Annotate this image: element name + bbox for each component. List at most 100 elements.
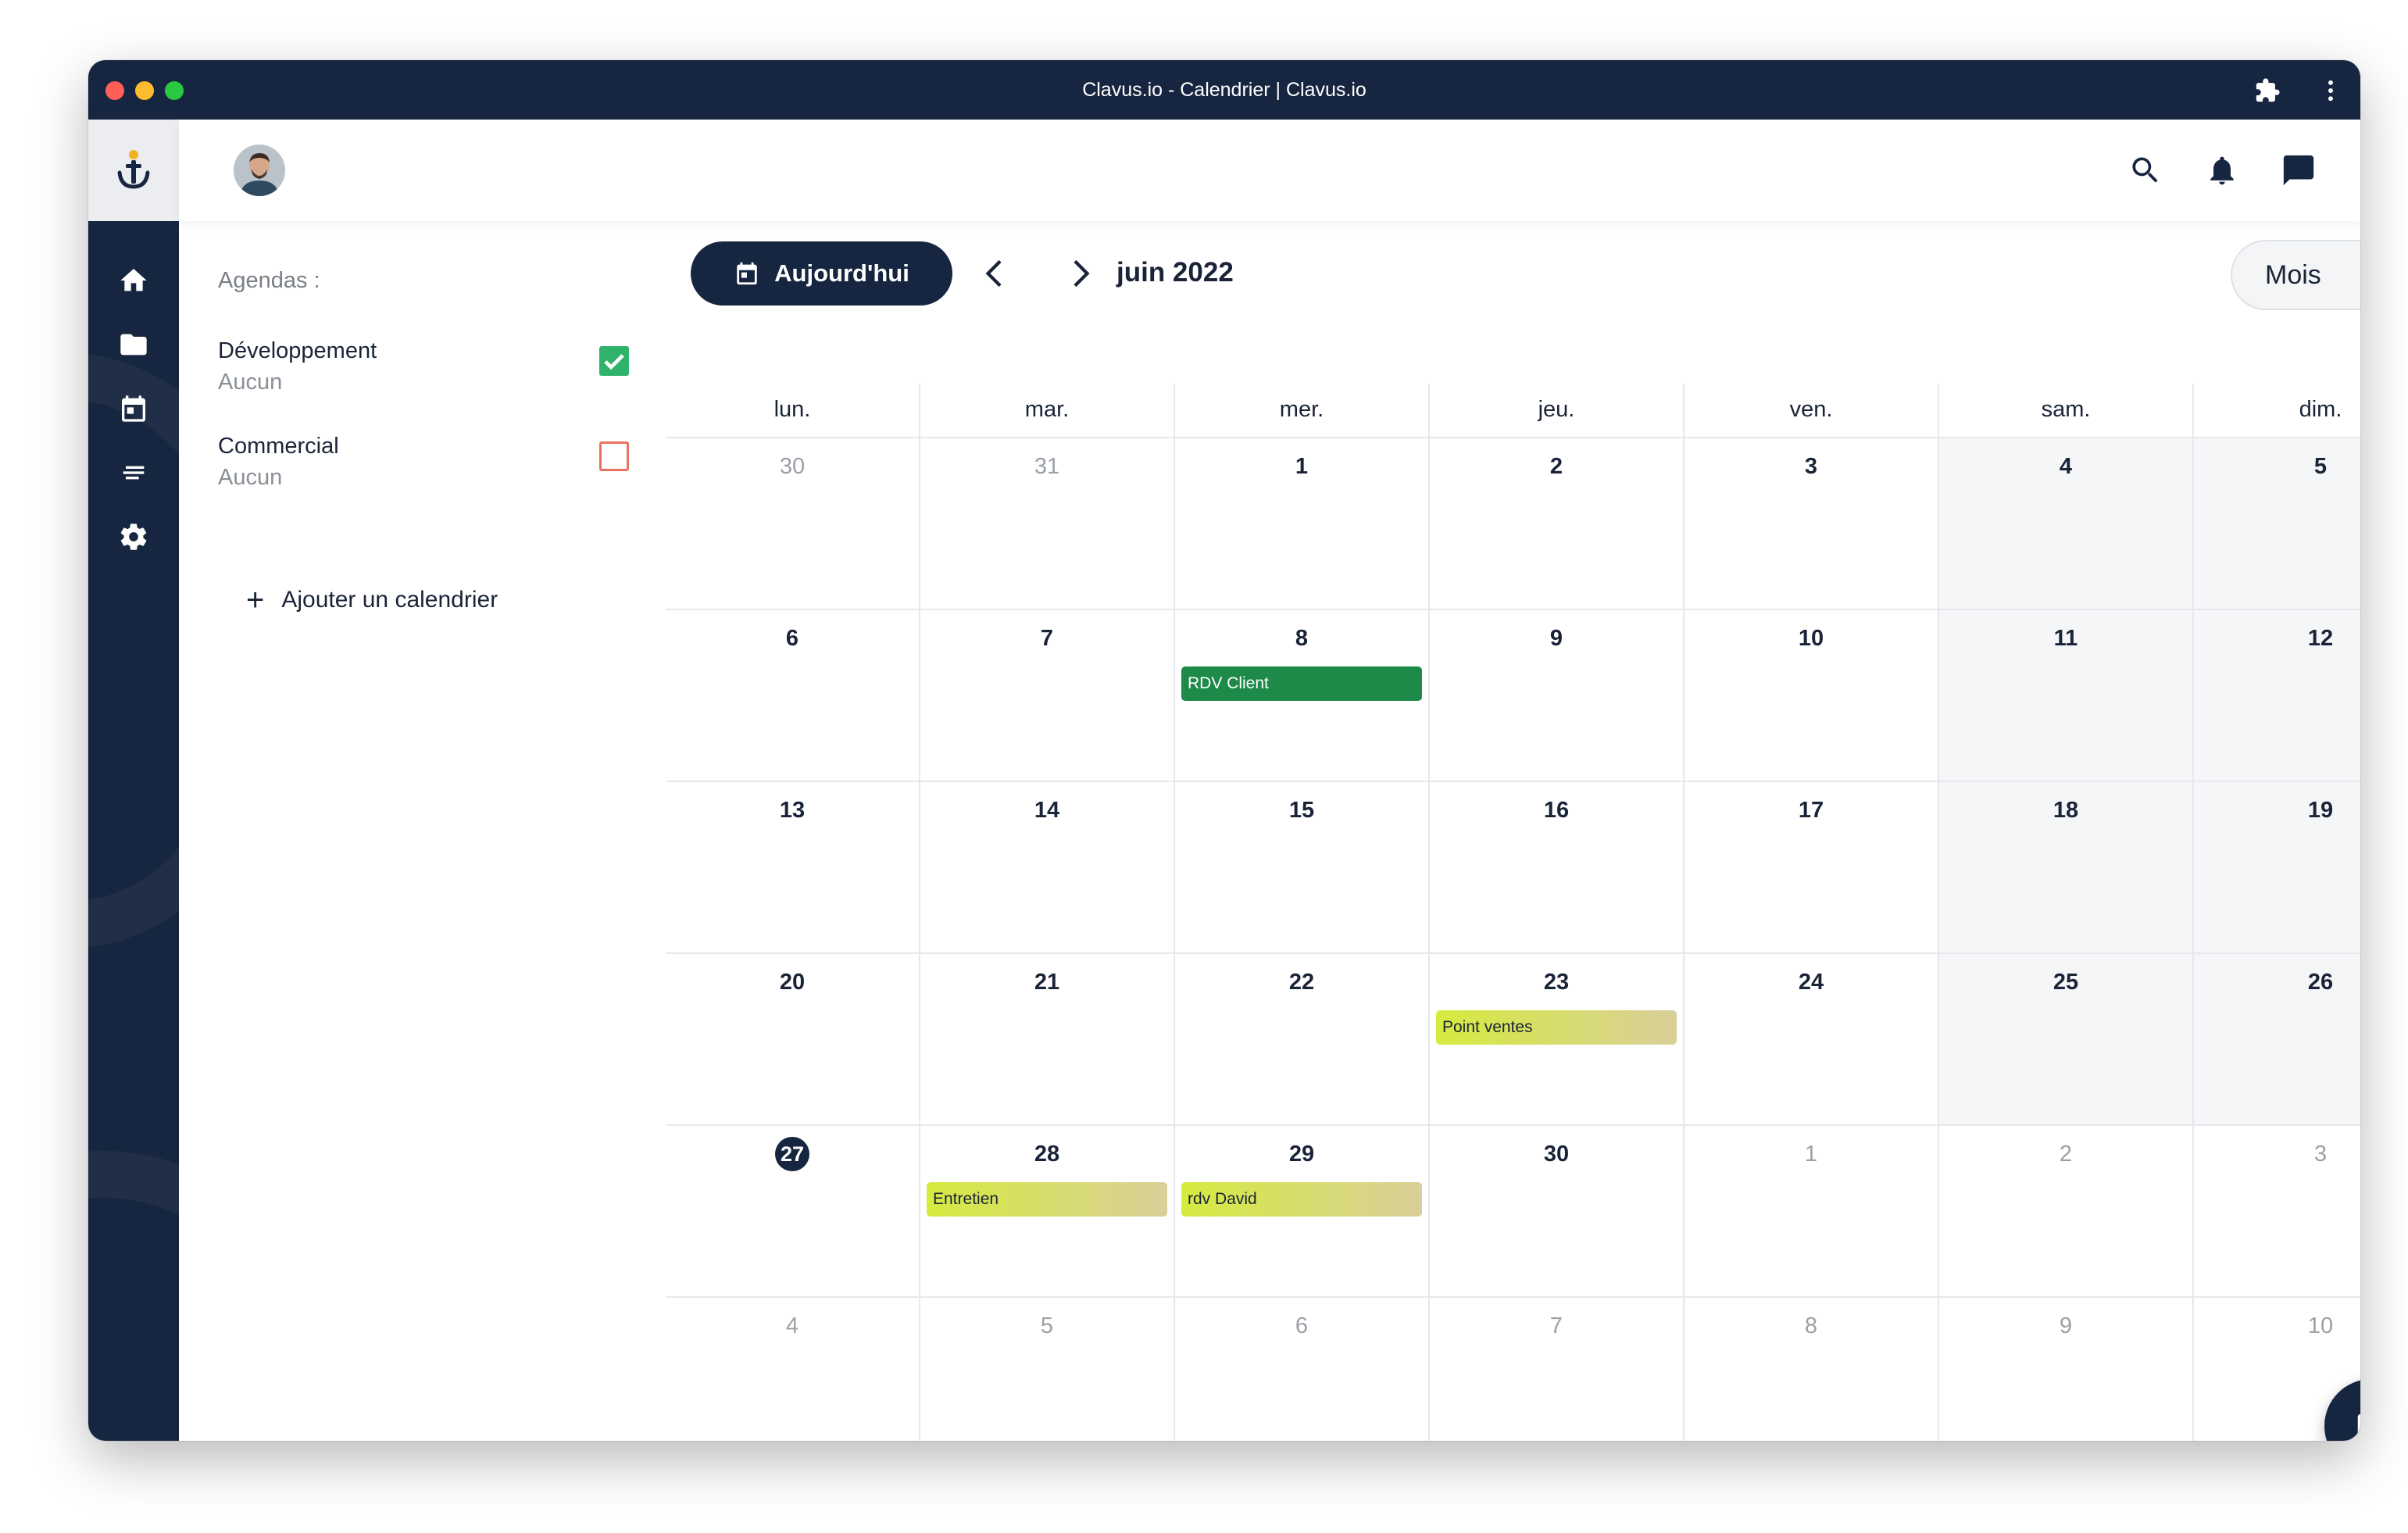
day-cell[interactable]: 22 [1175,954,1430,1126]
day-cell[interactable]: 25 [1939,954,2194,1126]
day-number: 8 [1175,626,1428,652]
chat-icon[interactable] [2279,151,2318,190]
calendar-event[interactable]: RDV Client [1181,666,1422,701]
add-calendar-button[interactable]: + Ajouter un calendrier [246,584,498,616]
day-number: 3 [1685,454,1938,480]
day-number: 2 [1939,1142,2192,1167]
day-cell[interactable]: 31 [920,438,1175,610]
sidebar-item-files[interactable] [112,323,155,366]
previous-month-button[interactable] [975,254,1014,293]
day-number-text: 13 [779,798,806,823]
day-number: 10 [1685,626,1938,652]
user-avatar[interactable] [234,145,285,196]
day-cell[interactable]: 8 [1685,1298,1939,1441]
day-number: 1 [1175,454,1428,480]
agenda-checkbox-commercial[interactable] [599,441,629,471]
day-cell[interactable]: 1 [1175,438,1430,610]
search-icon[interactable] [2126,151,2165,190]
day-cell[interactable]: 27 [666,1126,920,1298]
day-cell[interactable]: 7 [920,610,1175,782]
day-number: 5 [920,1313,1174,1339]
day-cell[interactable]: 8 RDV Client [1175,610,1430,782]
day-cell[interactable]: 21 [920,954,1175,1126]
day-cell[interactable]: 20 [666,954,920,1126]
bell-icon[interactable] [2203,151,2242,190]
day-cell[interactable]: 29 rdv David [1175,1126,1430,1298]
agenda-name-commercial: Commercial [218,434,339,459]
calendar-event[interactable]: Entretien [927,1182,1167,1217]
agendas-panel: Agendas : Développement Aucun Commercial… [179,221,629,1441]
day-cell[interactable]: 18 [1939,782,2194,954]
day-cell[interactable]: 28 Entretien [920,1126,1175,1298]
day-cell[interactable]: 1 [1685,1126,1939,1298]
calendar-event[interactable]: Point ventes [1436,1010,1677,1045]
day-cell[interactable]: 4 [666,1298,920,1441]
day-number-text: 26 [2307,970,2334,995]
day-cell[interactable]: 9 [1430,610,1685,782]
day-cell[interactable]: 30 [1430,1126,1685,1298]
day-cell[interactable]: 9 [1939,1298,2194,1441]
add-calendar-label: Ajouter un calendrier [281,587,498,613]
day-cell[interactable]: 3 [1685,438,1939,610]
day-cell[interactable]: 15 [1175,782,1430,954]
day-cell[interactable]: 6 [666,610,920,782]
extensions-icon[interactable] [2254,77,2281,104]
day-cell[interactable]: 19 [2194,782,2360,954]
day-cell[interactable]: 5 [920,1298,1175,1441]
day-number: 28 [920,1142,1174,1167]
day-number: 10 [2194,1313,2360,1339]
day-number-text: 6 [785,626,799,651]
sidebar [88,120,179,1441]
day-cell[interactable]: 4 [1939,438,2194,610]
day-number: 9 [1430,626,1683,652]
logo-area[interactable] [88,120,179,221]
day-cell[interactable]: 3 [2194,1126,2360,1298]
calendar-event[interactable]: rdv David [1181,1182,1422,1217]
day-number-text: 1 [1295,454,1309,479]
day-number: 18 [1939,798,2192,824]
more-options-icon[interactable] [2323,77,2338,104]
day-cell[interactable]: 17 [1685,782,1939,954]
day-cell[interactable]: 24 [1685,954,1939,1126]
day-number-text: 7 [1040,626,1054,651]
today-button[interactable]: Aujourd'hui [691,241,952,306]
sidebar-item-notes[interactable] [112,451,155,495]
day-number-text: 5 [1040,1313,1054,1338]
next-month-button[interactable] [1061,254,1100,293]
day-number-text: 8 [1804,1313,1818,1338]
sidebar-item-home[interactable] [112,259,155,302]
day-cell[interactable]: 13 [666,782,920,954]
day-number: 29 [1175,1142,1428,1167]
day-cell[interactable]: 14 [920,782,1175,954]
day-number-text: 10 [1798,626,1824,651]
agenda-checkbox-developpement[interactable] [599,346,629,376]
day-number-text: 9 [1549,626,1563,651]
checkmark-icon [604,354,624,370]
day-cell[interactable]: 23 Point ventes [1430,954,1685,1126]
day-cell[interactable]: 12 [2194,610,2360,782]
day-cell[interactable]: 26 [2194,954,2360,1126]
weekday-header: mer. [1175,384,1430,438]
day-cell[interactable]: 7 [1430,1298,1685,1441]
day-cell[interactable]: 5 [2194,438,2360,610]
day-number: 14 [920,798,1174,824]
day-number-text: 17 [1798,798,1824,823]
day-number: 24 [1685,970,1938,995]
sidebar-item-settings[interactable] [112,515,155,559]
day-cell[interactable]: 6 [1175,1298,1430,1441]
day-cell[interactable]: 11 [1939,610,2194,782]
day-number-text: 30 [779,454,806,479]
day-cell[interactable]: 16 [1430,782,1685,954]
day-number-text: 14 [1034,798,1060,823]
day-number-text: 19 [2307,798,2334,823]
day-number-text: 16 [1543,798,1570,823]
day-cell[interactable]: 2 [1939,1126,2194,1298]
day-cell[interactable]: 30 [666,438,920,610]
title-bar: Clavus.io - Calendrier | Clavus.io [88,60,2360,120]
sidebar-item-calendar[interactable] [112,387,155,431]
view-mode-select[interactable]: Mois [2231,240,2360,310]
day-number-text: 20 [779,970,806,995]
day-cell[interactable]: 2 [1430,438,1685,610]
sidebar-decoration [88,1151,179,1441]
day-cell[interactable]: 10 [1685,610,1939,782]
